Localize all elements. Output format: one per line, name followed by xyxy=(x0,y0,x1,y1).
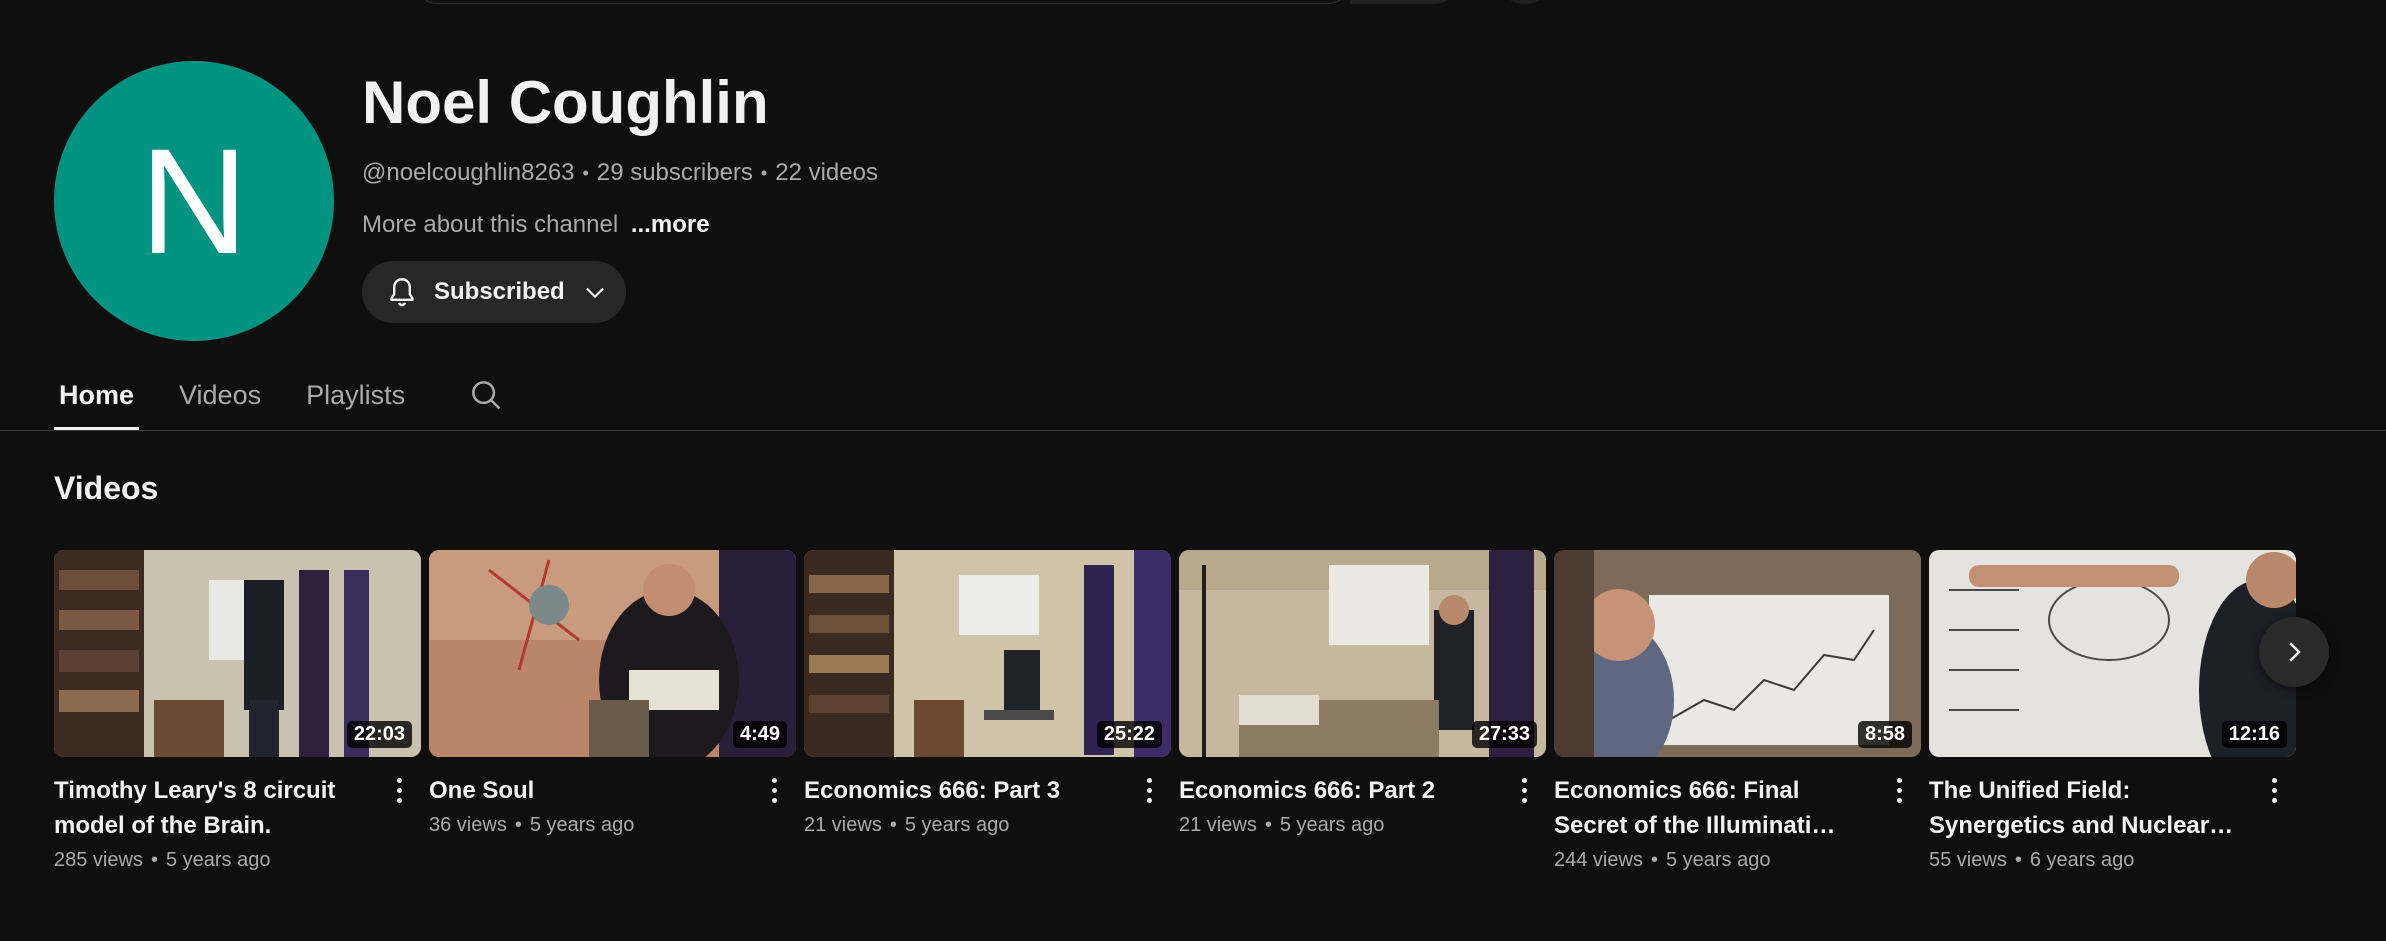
channel-name: Noel Coughlin xyxy=(362,69,769,136)
subscribed-button[interactable]: Subscribed xyxy=(362,261,626,323)
channel-page: N Noel Coughlin @noelcoughlin8263 • 29 s… xyxy=(0,0,2386,941)
upload-age: 5 years ago xyxy=(904,814,1010,836)
search-submit-button[interactable] xyxy=(1350,0,1457,4)
avatar-letter: N xyxy=(139,116,249,285)
channel-meta: @noelcoughlin8263 • 29 subscribers • 22 … xyxy=(362,159,878,187)
video-thumbnail[interactable]: 25:22 xyxy=(804,550,1171,757)
more-vert-icon[interactable] xyxy=(1512,770,1536,810)
upload-age: 5 years ago xyxy=(529,814,635,836)
video-thumbnail[interactable]: 8:58 xyxy=(1554,550,1921,757)
video-meta: 21 views • 5 years ago xyxy=(804,814,1010,836)
video-card[interactable]: 22:03 Timothy Leary's 8 circuit model of… xyxy=(54,550,421,872)
upload-age: 5 years ago xyxy=(165,849,271,871)
video-duration: 12:16 xyxy=(2221,721,2287,748)
bell-icon xyxy=(390,278,414,307)
video-thumbnail[interactable]: 27:33 xyxy=(1179,550,1546,757)
upload-age: 5 years ago xyxy=(1665,849,1771,871)
meta-separator: • xyxy=(760,162,768,183)
tab-home[interactable]: Home xyxy=(54,360,140,430)
more-vert-icon[interactable] xyxy=(1137,770,1161,810)
search-bar[interactable] xyxy=(415,0,1350,4)
more-vert-icon[interactable] xyxy=(1887,770,1911,810)
video-count: 22 videos xyxy=(775,159,878,186)
video-meta: 244 views • 5 years ago xyxy=(1554,849,1771,871)
tab-playlists[interactable]: Playlists xyxy=(301,360,410,430)
voice-search-button[interactable] xyxy=(1495,0,1555,4)
video-title[interactable]: Economics 666: Part 3 xyxy=(804,773,1171,808)
more-vert-icon[interactable] xyxy=(387,770,411,810)
video-duration: 22:03 xyxy=(346,721,412,748)
more-vert-icon[interactable] xyxy=(762,770,786,810)
view-count: 36 views xyxy=(429,814,507,836)
video-thumbnail[interactable]: 22:03 xyxy=(54,550,421,757)
video-title[interactable]: Economics 666: Part 2 xyxy=(1179,773,1546,808)
view-count: 21 views xyxy=(1179,814,1257,836)
upload-age: 5 years ago xyxy=(1279,814,1385,836)
upload-age: 6 years ago xyxy=(2029,849,2135,871)
shelf-next-button[interactable] xyxy=(2259,617,2329,687)
channel-handle: @noelcoughlin8263 xyxy=(362,159,575,186)
video-meta: 21 views • 5 years ago xyxy=(1179,814,1385,836)
video-thumbnail[interactable]: 4:49 xyxy=(429,550,796,757)
channel-avatar: N xyxy=(54,61,334,341)
video-title[interactable]: Timothy Leary's 8 circuit model of the B… xyxy=(54,773,421,843)
view-count: 21 views xyxy=(804,814,882,836)
subscribed-label: Subscribed xyxy=(434,278,565,305)
video-duration: 8:58 xyxy=(1857,721,1912,748)
section-title[interactable]: Videos xyxy=(54,470,158,507)
video-shelf: 22:03 Timothy Leary's 8 circuit model of… xyxy=(54,550,2297,910)
video-thumbnail[interactable]: 12:16 xyxy=(1929,550,2296,757)
view-count: 285 views xyxy=(54,849,143,871)
video-title[interactable]: The Unified Field: Synergetics and Nucle… xyxy=(1929,773,2296,843)
chevron-down-icon xyxy=(585,287,604,299)
tab-videos[interactable]: Videos xyxy=(174,360,266,430)
video-card[interactable]: 25:22 Economics 666: Part 3 21 views • 5 y… xyxy=(804,550,1171,837)
video-duration: 27:33 xyxy=(1471,721,1537,748)
chevron-right-icon xyxy=(2289,642,2301,662)
video-meta: 285 views • 5 years ago xyxy=(54,849,271,871)
channel-tabs: Home Videos Playlists xyxy=(54,360,505,430)
subscriber-count: 29 subscribers xyxy=(596,159,753,186)
tabs-divider xyxy=(0,430,2386,431)
video-card[interactable]: 8:58 Economics 666: Final Secret of the … xyxy=(1554,550,1921,872)
about-text: More about this channel xyxy=(362,211,619,238)
video-card[interactable]: 4:49 One Soul 36 views • 5 years ago xyxy=(429,550,796,837)
search-icon[interactable] xyxy=(467,376,505,414)
video-card[interactable]: 12:16 The Unified Field: Synergetics and… xyxy=(1929,550,2296,872)
video-duration: 25:22 xyxy=(1096,721,1162,748)
video-duration: 4:49 xyxy=(732,721,787,748)
more-vert-icon[interactable] xyxy=(2262,770,2286,810)
video-meta: 55 views • 6 years ago xyxy=(1929,849,2135,871)
video-meta: 36 views • 5 years ago xyxy=(429,814,635,836)
more-link[interactable]: ...more xyxy=(631,211,710,238)
video-card[interactable]: 27:33 Economics 666: Part 2 21 views • 5 y… xyxy=(1179,550,1546,837)
view-count: 244 views xyxy=(1554,849,1643,871)
video-title[interactable]: One Soul xyxy=(429,773,796,808)
meta-separator: • xyxy=(582,162,589,183)
view-count: 55 views xyxy=(1929,849,2007,871)
video-title[interactable]: Economics 666: Final Secret of the Illum… xyxy=(1554,773,1921,843)
channel-about[interactable]: More about this channel ...more xyxy=(362,211,710,239)
